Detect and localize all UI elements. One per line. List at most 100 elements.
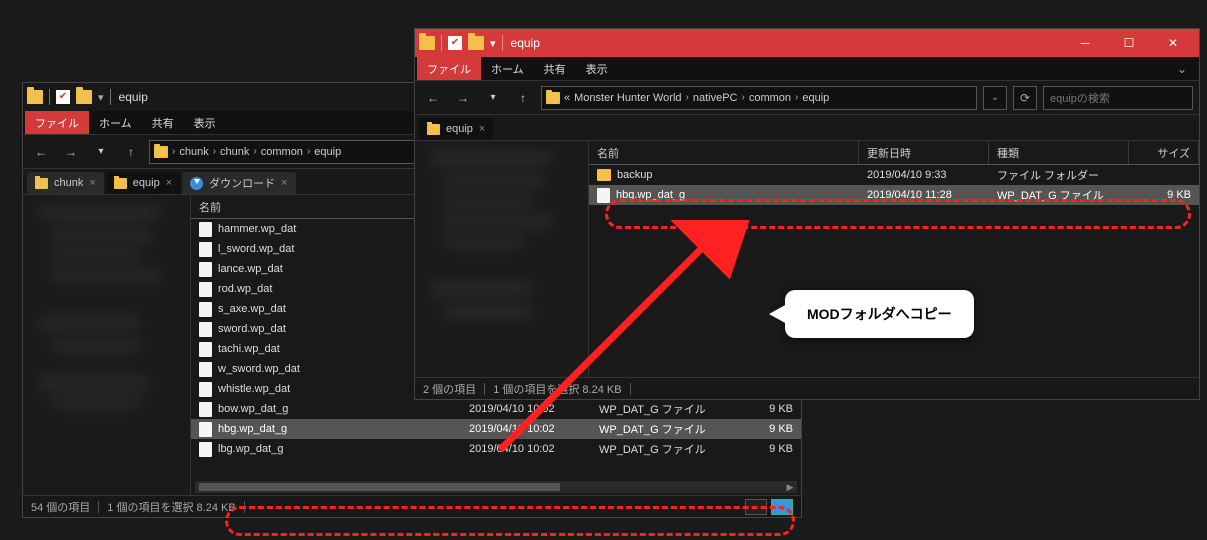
file-name: w_sword.wp_dat xyxy=(218,363,300,375)
file-name: sword.wp_dat xyxy=(218,323,286,335)
file-size: 9 KB xyxy=(731,423,801,435)
separator xyxy=(441,35,442,51)
explorer-window-target: ✔ ▾ equip ─ ☐ ✕ ファイル ホーム 共有 表示 ⌄ ← → ▾ ↑… xyxy=(414,28,1200,400)
file-icon xyxy=(199,342,212,357)
forward-button[interactable]: → xyxy=(451,86,475,110)
file-icon xyxy=(199,262,212,277)
download-icon xyxy=(190,177,203,190)
file-row[interactable]: hbg.wp_dat_g2019/04/10 11:28WP_DAT_G ファイ… xyxy=(589,185,1199,205)
close-icon[interactable]: × xyxy=(166,177,172,189)
menubar: ファイル ホーム 共有 表示 ⌄ xyxy=(415,57,1199,81)
search-placeholder: equipの検索 xyxy=(1050,90,1110,106)
tab-label: equip xyxy=(446,123,473,135)
search-input[interactable]: equipの検索 xyxy=(1043,86,1193,110)
maximize-button[interactable]: ☐ xyxy=(1107,29,1151,57)
status-count: 54 個の項目 xyxy=(31,499,90,515)
breadcrumb-item[interactable]: equip xyxy=(314,146,341,158)
file-icon xyxy=(199,422,212,437)
breadcrumb-item[interactable]: equip xyxy=(802,92,829,104)
file-icon xyxy=(199,242,212,257)
navigation-pane[interactable] xyxy=(415,141,589,377)
menu-home[interactable]: ホーム xyxy=(481,57,534,80)
file-name: whistle.wp_dat xyxy=(218,383,290,395)
recent-dropdown[interactable]: ▾ xyxy=(481,86,505,110)
menu-share[interactable]: 共有 xyxy=(534,57,576,80)
breadcrumb-item[interactable]: common xyxy=(261,146,303,158)
close-icon[interactable]: × xyxy=(89,177,95,189)
breadcrumb-item[interactable]: common xyxy=(749,92,791,104)
file-icon xyxy=(199,442,212,457)
view-details-icon[interactable] xyxy=(745,499,767,515)
separator xyxy=(502,35,503,51)
close-icon[interactable]: × xyxy=(281,177,287,189)
check-icon: ✔ xyxy=(448,36,462,50)
breadcrumb-item[interactable]: chunk xyxy=(220,146,249,158)
up-button[interactable]: ↑ xyxy=(511,86,535,110)
breadcrumb[interactable]: « Monster Hunter World› nativePC› common… xyxy=(541,86,977,110)
tab-label: ダウンロード xyxy=(209,175,275,191)
file-list-panel: 名前 更新日時 種類 サイズ backup2019/04/10 9:33ファイル… xyxy=(589,141,1199,377)
callout-text: MODフォルダへコピー xyxy=(807,306,952,322)
file-row[interactable]: backup2019/04/10 9:33ファイル フォルダー xyxy=(589,165,1199,185)
file-type: WP_DAT_G ファイル xyxy=(591,421,731,437)
annotation-callout: MODフォルダへコピー xyxy=(785,290,974,338)
breadcrumb-item[interactable]: Monster Hunter World xyxy=(574,92,681,104)
menu-share[interactable]: 共有 xyxy=(142,111,184,134)
file-type: ファイル フォルダー xyxy=(989,167,1129,183)
navigation-pane[interactable] xyxy=(23,195,191,495)
file-row[interactable]: hbg.wp_dat_g2019/04/10 10:02WP_DAT_G ファイ… xyxy=(191,419,801,439)
file-date: 2019/04/10 11:28 xyxy=(859,189,989,201)
tab-equip[interactable]: equip × xyxy=(419,118,493,140)
view-icons-icon[interactable] xyxy=(771,499,793,515)
menu-file[interactable]: ファイル xyxy=(417,57,481,80)
separator xyxy=(49,89,50,105)
file-icon xyxy=(199,322,212,337)
tab-equip[interactable]: equip × xyxy=(106,172,180,194)
file-name: lance.wp_dat xyxy=(218,263,283,275)
folder-icon xyxy=(597,169,611,181)
breadcrumb-item[interactable]: chunk xyxy=(179,146,208,158)
file-type: WP_DAT_G ファイル xyxy=(591,401,731,417)
file-date: 2019/04/10 10:02 xyxy=(461,403,591,415)
file-name: bow.wp_dat_g xyxy=(218,403,288,415)
col-date[interactable]: 更新日時 xyxy=(859,141,989,164)
folder-icon xyxy=(427,124,440,135)
tab-chunk[interactable]: chunk × xyxy=(27,172,104,194)
folder-icon xyxy=(419,36,435,50)
back-button[interactable]: ← xyxy=(421,86,445,110)
breadcrumb-item[interactable]: nativePC xyxy=(693,92,738,104)
close-icon[interactable]: × xyxy=(479,123,485,135)
folder-icon xyxy=(114,178,127,189)
file-size: 9 KB xyxy=(731,443,801,455)
back-button[interactable]: ← xyxy=(29,140,53,164)
file-name: lbg.wp_dat_g xyxy=(218,443,283,455)
menu-view[interactable]: 表示 xyxy=(576,57,618,80)
menu-file[interactable]: ファイル xyxy=(25,111,89,134)
dropdown-button[interactable]: ⌄ xyxy=(983,86,1007,110)
refresh-button[interactable]: ⟳ xyxy=(1013,86,1037,110)
col-name[interactable]: 名前 xyxy=(589,141,859,164)
tab-downloads[interactable]: ダウンロード × xyxy=(182,172,295,194)
col-size[interactable]: サイズ xyxy=(1129,141,1199,164)
file-list[interactable]: backup2019/04/10 9:33ファイル フォルダーhbg.wp_da… xyxy=(589,165,1199,377)
col-type[interactable]: 種類 xyxy=(989,141,1129,164)
minimize-button[interactable]: ─ xyxy=(1063,29,1107,57)
content-area: 名前 更新日時 種類 サイズ backup2019/04/10 9:33ファイル… xyxy=(415,141,1199,377)
file-icon xyxy=(597,188,610,203)
expand-ribbon[interactable]: ⌄ xyxy=(1167,62,1197,76)
folder-icon xyxy=(27,90,43,104)
window-title: equip xyxy=(511,36,540,50)
separator xyxy=(110,89,111,105)
titlebar[interactable]: ✔ ▾ equip ─ ☐ ✕ xyxy=(415,29,1199,57)
menu-view[interactable]: 表示 xyxy=(184,111,226,134)
folder-icon xyxy=(468,36,484,50)
menu-home[interactable]: ホーム xyxy=(89,111,142,134)
file-row[interactable]: bow.wp_dat_g 2019/04/10 10:02WP_DAT_G ファイ… xyxy=(191,399,801,419)
up-button[interactable]: ↑ xyxy=(119,140,143,164)
forward-button[interactable]: → xyxy=(59,140,83,164)
scrollbar-horizontal[interactable]: ◀▶ xyxy=(195,481,797,493)
recent-dropdown[interactable]: ▾ xyxy=(89,140,113,164)
navbar: ← → ▾ ↑ « Monster Hunter World› nativePC… xyxy=(415,81,1199,115)
file-row[interactable]: lbg.wp_dat_g2019/04/10 10:02WP_DAT_G ファイ… xyxy=(191,439,801,459)
close-button[interactable]: ✕ xyxy=(1151,29,1195,57)
